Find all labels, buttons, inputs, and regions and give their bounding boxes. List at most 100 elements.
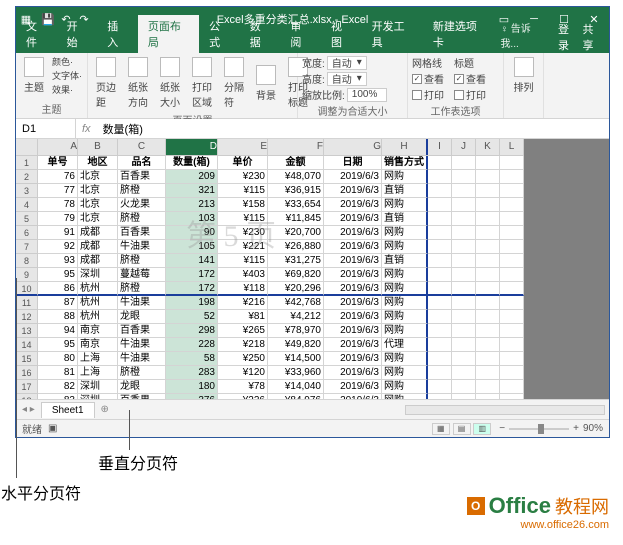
cell[interactable]: 成都 (78, 240, 118, 254)
cell[interactable]: 南京 (78, 324, 118, 338)
fx-icon[interactable]: fx (82, 123, 91, 135)
cell[interactable]: 2019/6/3 (324, 268, 382, 282)
cell[interactable]: 94 (38, 324, 78, 338)
col-header[interactable]: G (324, 139, 382, 155)
effects-button[interactable]: 效果· (52, 83, 82, 96)
cell[interactable]: 网购 (382, 268, 428, 282)
cell[interactable]: 牛油果 (118, 338, 166, 352)
cell[interactable]: 2019/6/3 (324, 394, 382, 399)
cell[interactable]: ¥48,070 (268, 170, 324, 184)
col-header[interactable]: H (382, 139, 428, 155)
background-button[interactable]: 背景 (252, 63, 280, 104)
tab-data[interactable]: 数据 (240, 15, 281, 53)
cell[interactable]: ¥226 (218, 394, 268, 399)
cell[interactable]: 上海 (78, 366, 118, 380)
cell[interactable]: 脐橙 (118, 282, 166, 296)
cell[interactable]: 2019/6/3 (324, 240, 382, 254)
cell[interactable]: 95 (38, 338, 78, 352)
cell[interactable]: ¥78,970 (268, 324, 324, 338)
breaks-button[interactable]: 分隔符 (220, 55, 248, 111)
tab-review[interactable]: 审阅 (280, 15, 321, 53)
row-header[interactable]: 18 (16, 394, 38, 399)
cell[interactable]: 上海 (78, 352, 118, 366)
cell[interactable]: 百香果 (118, 394, 166, 399)
header-cell[interactable]: 单号 (38, 156, 78, 170)
margins-button[interactable]: 页边距 (92, 55, 120, 111)
cell[interactable]: 成都 (78, 254, 118, 268)
cell[interactable]: ¥81 (218, 310, 268, 324)
header-cell[interactable]: 单价 (218, 156, 268, 170)
cell[interactable]: ¥221 (218, 240, 268, 254)
col-header[interactable]: F (268, 139, 324, 155)
tab-view[interactable]: 视图 (321, 15, 362, 53)
cell[interactable]: 牛油果 (118, 240, 166, 254)
row-header[interactable]: 6 (16, 226, 38, 240)
cell[interactable]: 网购 (382, 352, 428, 366)
cell[interactable]: 2019/6/3 (324, 254, 382, 268)
col-header-selected[interactable]: D (166, 139, 218, 155)
cell[interactable]: 321 (166, 184, 218, 198)
cell[interactable]: 95 (38, 268, 78, 282)
zoom-in-icon[interactable]: + (573, 423, 579, 434)
cell[interactable]: 代理 (382, 338, 428, 352)
cell[interactable]: 百香果 (118, 170, 166, 184)
cell[interactable]: 298 (166, 324, 218, 338)
normal-view-icon[interactable]: ▦ (432, 423, 450, 435)
print-area-button[interactable]: 打印区域 (188, 55, 216, 111)
row-header[interactable]: 10 (16, 282, 38, 296)
h-scrollbar[interactable] (405, 405, 605, 415)
tab-dev[interactable]: 开发工具 (362, 15, 423, 53)
cell[interactable]: ¥230 (218, 170, 268, 184)
colors-button[interactable]: 颜色· (52, 55, 82, 68)
cell[interactable]: 脐橙 (118, 184, 166, 198)
cell[interactable]: 深圳 (78, 394, 118, 399)
cell[interactable]: ¥31,275 (268, 254, 324, 268)
share-button[interactable]: 共享 (583, 21, 604, 53)
arrange-button[interactable]: 排列 (508, 55, 539, 96)
cell[interactable]: ¥20,296 (268, 282, 324, 296)
cell[interactable]: 81 (38, 366, 78, 380)
cell[interactable]: 直销 (382, 212, 428, 226)
head-print-check[interactable] (454, 90, 464, 100)
cell[interactable]: 牛油果 (118, 352, 166, 366)
col-header[interactable]: C (118, 139, 166, 155)
cell[interactable]: ¥78 (218, 380, 268, 394)
row-header[interactable]: 12 (16, 310, 38, 324)
cell[interactable]: 网购 (382, 296, 428, 310)
tab-home[interactable]: 开始 (57, 15, 98, 53)
cell[interactable]: ¥265 (218, 324, 268, 338)
cell[interactable]: ¥115 (218, 184, 268, 198)
record-macro-icon[interactable]: ▣ (48, 423, 57, 434)
row-header[interactable]: 2 (16, 170, 38, 184)
cell[interactable]: 北京 (78, 198, 118, 212)
cell[interactable]: 105 (166, 240, 218, 254)
cell[interactable]: ¥14,500 (268, 352, 324, 366)
login-link[interactable]: 登录 (558, 21, 579, 53)
cell[interactable]: 网购 (382, 366, 428, 380)
sheet-tab[interactable]: Sheet1 (41, 402, 95, 418)
orientation-button[interactable]: 纸张方向 (124, 55, 152, 111)
col-header[interactable]: A (38, 139, 78, 155)
height-select[interactable]: 自动▾ (327, 72, 367, 86)
cell[interactable]: ¥4,212 (268, 310, 324, 324)
row-header[interactable]: 13 (16, 324, 38, 338)
cell[interactable]: 网购 (382, 324, 428, 338)
scale-select[interactable]: 100% (347, 88, 387, 102)
cell[interactable]: 2019/6/3 (324, 170, 382, 184)
cell[interactable]: 牛油果 (118, 296, 166, 310)
row-header[interactable]: 14 (16, 338, 38, 352)
cell[interactable]: 杭州 (78, 282, 118, 296)
head-view-check[interactable]: ✓ (454, 74, 464, 84)
cell[interactable]: 52 (166, 310, 218, 324)
cell[interactable]: 88 (38, 310, 78, 324)
cell[interactable]: ¥69,820 (268, 268, 324, 282)
width-select[interactable]: 自动▾ (327, 56, 367, 70)
grid-view-check[interactable]: ✓ (412, 74, 422, 84)
name-box[interactable]: D1 (16, 119, 76, 138)
cell[interactable]: 网购 (382, 394, 428, 399)
cell[interactable]: ¥33,960 (268, 366, 324, 380)
zoom-level[interactable]: 90% (583, 423, 603, 434)
cell[interactable]: ¥403 (218, 268, 268, 282)
cell[interactable]: 2019/6/3 (324, 212, 382, 226)
row-header[interactable]: 9 (16, 268, 38, 282)
